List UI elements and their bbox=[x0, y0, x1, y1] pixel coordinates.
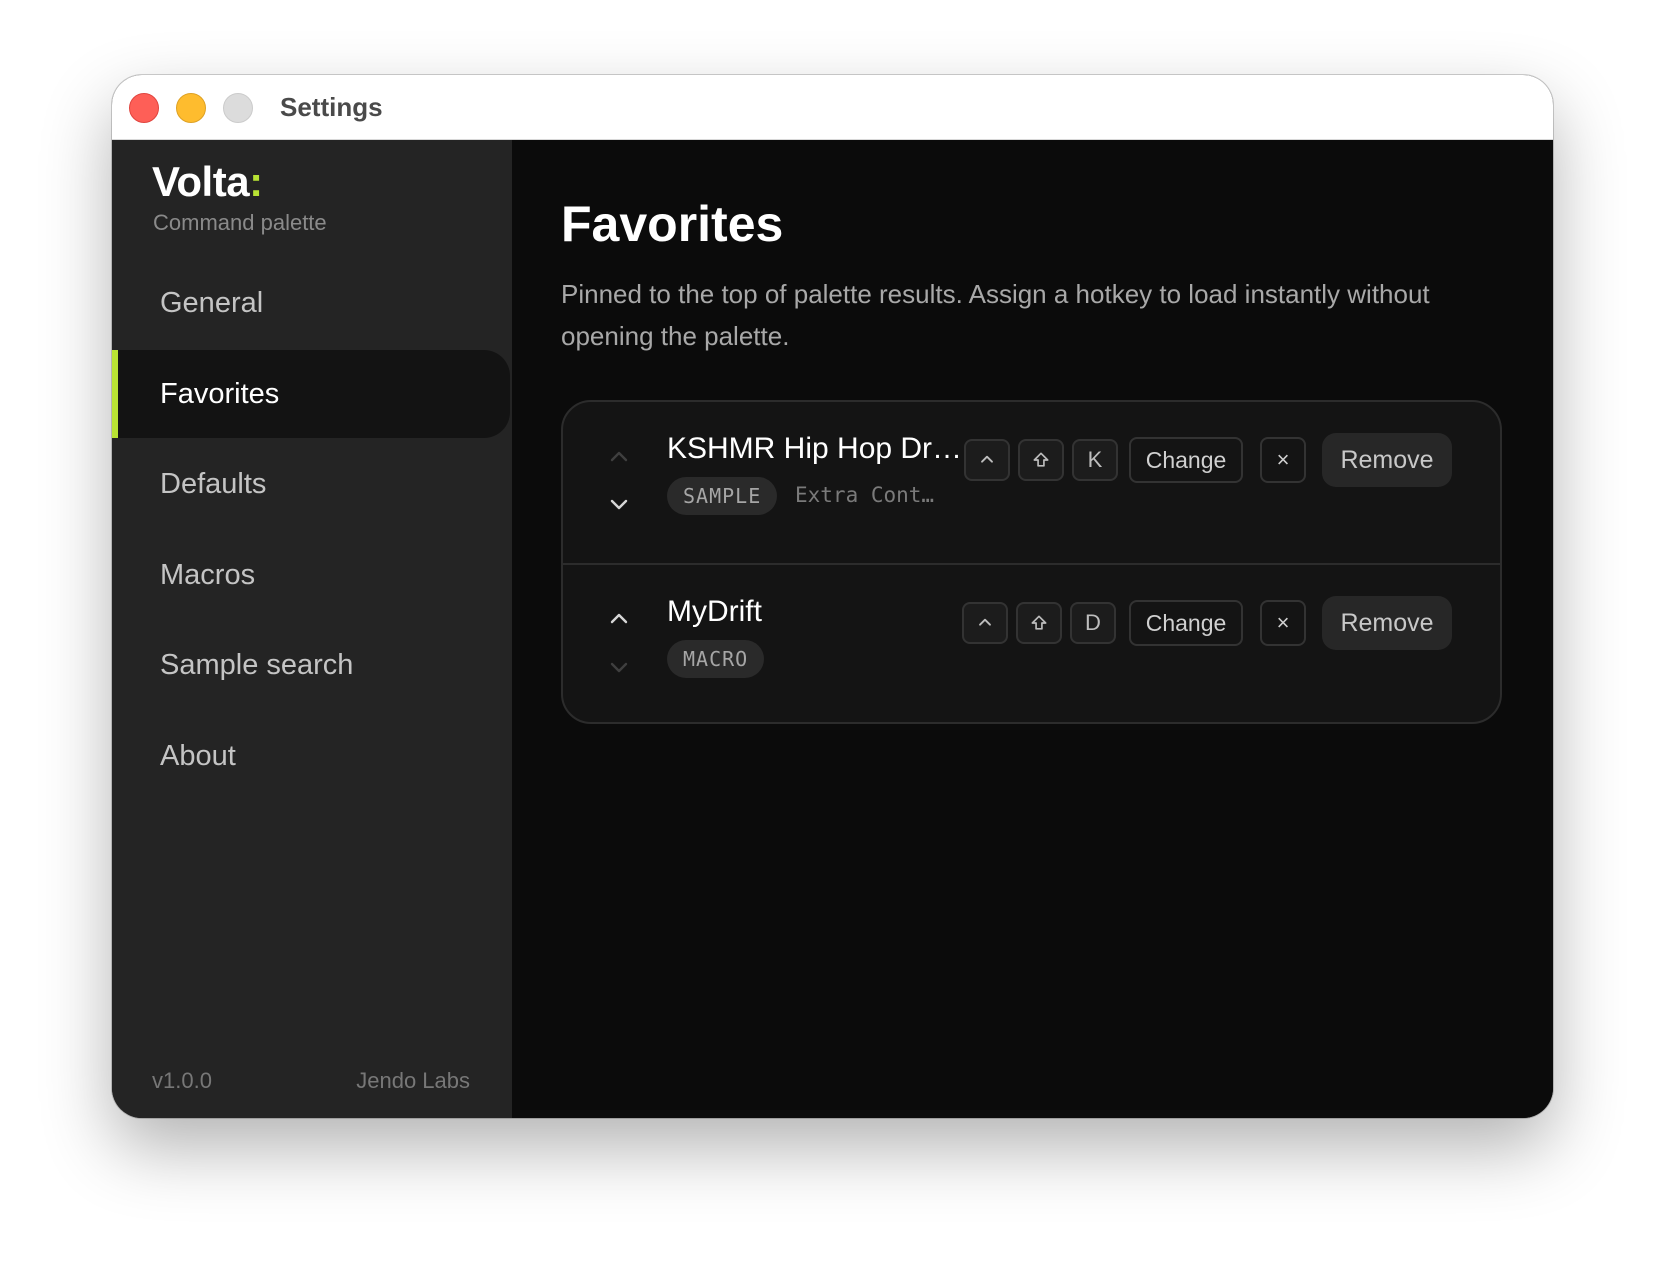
settings-window: Settings Volta: Command palette General … bbox=[112, 75, 1553, 1118]
window-title: Settings bbox=[280, 92, 383, 122]
hotkey-shift-key bbox=[1016, 602, 1062, 644]
sidebar-item-label: About bbox=[160, 739, 236, 772]
favorite-row: KSHMR Hip Hop Dr… SAMPLE Extra Cont… K C… bbox=[563, 402, 1500, 563]
main-content: Favorites Pinned to the top of palette r… bbox=[512, 140, 1553, 1118]
hotkey-letter-key: D bbox=[1070, 602, 1116, 644]
type-badge: SAMPLE bbox=[667, 477, 778, 515]
clear-hotkey-button[interactable]: × bbox=[1260, 600, 1306, 646]
sidebar-item-about[interactable]: About bbox=[112, 712, 510, 800]
hotkey-shift-key bbox=[1018, 439, 1064, 481]
sidebar-item-label: Sample search bbox=[160, 648, 354, 681]
caret-up-icon bbox=[979, 618, 991, 626]
brand-name: Volta bbox=[152, 158, 250, 205]
page-description: Pinned to the top of palette results. As… bbox=[561, 279, 1430, 351]
favorite-name: MyDrift bbox=[667, 595, 762, 628]
chevron-down-icon bbox=[610, 662, 628, 673]
favorite-name: KSHMR Hip Hop Dr… bbox=[667, 432, 963, 465]
favorite-row: MyDrift MACRO D Change × Remove bbox=[563, 563, 1500, 722]
move-down-button[interactable] bbox=[607, 492, 631, 516]
sidebar-footer: v1.0.0 Jendo Labs bbox=[152, 1068, 470, 1094]
company-label: Jendo Labs bbox=[356, 1068, 470, 1093]
change-hotkey-button[interactable]: Change bbox=[1129, 600, 1243, 646]
shift-arrow-icon bbox=[1031, 615, 1047, 630]
favorite-source: Extra Cont… bbox=[795, 483, 935, 507]
sidebar-item-label: Macros bbox=[160, 558, 256, 591]
sidebar-item-label: General bbox=[160, 286, 264, 319]
sidebar: Volta: Command palette General Favorites… bbox=[112, 140, 512, 1118]
brand-subtitle: Command palette bbox=[153, 210, 327, 235]
hotkey-letter-key: K bbox=[1072, 439, 1118, 481]
sidebar-item-label: Defaults bbox=[160, 467, 267, 500]
hotkey-control-key bbox=[964, 439, 1010, 481]
brand-logo: Volta: bbox=[152, 158, 263, 206]
move-down-button[interactable] bbox=[607, 655, 631, 679]
chevron-down-icon bbox=[610, 499, 628, 510]
version-label: v1.0.0 bbox=[152, 1068, 212, 1093]
chevron-up-icon bbox=[610, 451, 628, 462]
sidebar-item-label: Favorites bbox=[160, 377, 280, 410]
sidebar-item-defaults[interactable]: Defaults bbox=[112, 440, 510, 528]
brand-accent: : bbox=[249, 158, 263, 205]
sidebar-item-macros[interactable]: Macros bbox=[112, 531, 510, 619]
remove-favorite-button[interactable]: Remove bbox=[1322, 596, 1452, 650]
shift-arrow-icon bbox=[1033, 452, 1049, 467]
sidebar-item-sample-search[interactable]: Sample search bbox=[112, 621, 510, 709]
sidebar-item-general[interactable]: General bbox=[112, 259, 510, 347]
close-icon: × bbox=[1276, 447, 1290, 472]
remove-favorite-button[interactable]: Remove bbox=[1322, 433, 1452, 487]
sidebar-item-favorites[interactable]: Favorites bbox=[112, 350, 510, 438]
close-window-button[interactable] bbox=[129, 93, 159, 123]
chevron-up-icon bbox=[610, 613, 628, 624]
move-up-button[interactable] bbox=[607, 445, 631, 469]
change-hotkey-button[interactable]: Change bbox=[1129, 437, 1243, 483]
favorites-list: KSHMR Hip Hop Dr… SAMPLE Extra Cont… K C… bbox=[561, 400, 1502, 724]
title-bar: Settings bbox=[112, 75, 1553, 140]
clear-hotkey-button[interactable]: × bbox=[1260, 437, 1306, 483]
page-title: Favorites bbox=[561, 196, 784, 252]
move-up-button[interactable] bbox=[607, 607, 631, 631]
hotkey-control-key bbox=[962, 602, 1008, 644]
zoom-window-button[interactable] bbox=[223, 93, 253, 123]
close-icon: × bbox=[1276, 610, 1290, 635]
caret-up-icon bbox=[981, 455, 993, 463]
minimize-window-button[interactable] bbox=[176, 93, 206, 123]
type-badge: MACRO bbox=[667, 640, 765, 678]
